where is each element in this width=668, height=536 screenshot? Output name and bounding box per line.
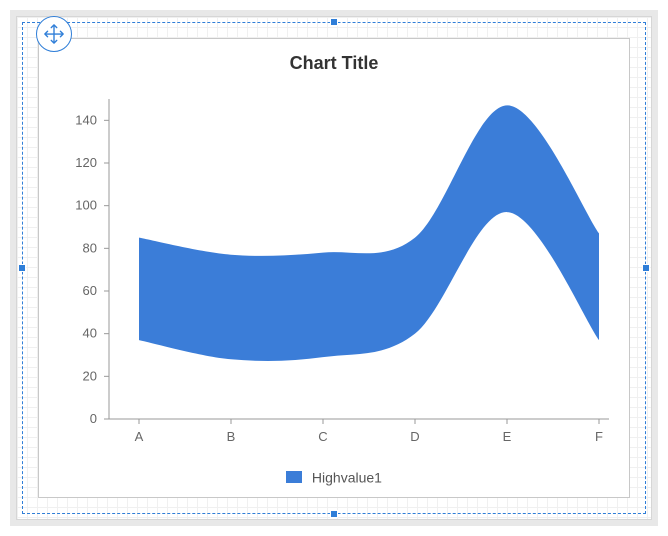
y-tick-label: 100 xyxy=(75,198,97,213)
chart-title[interactable]: Chart Title xyxy=(39,53,629,74)
x-tick-label: A xyxy=(135,429,144,444)
y-tick-label: 140 xyxy=(75,112,97,127)
chart-svg: 020406080100120140 ABCDEF xyxy=(109,99,609,459)
x-tick-label: D xyxy=(410,429,419,444)
resize-handle-left[interactable] xyxy=(18,264,26,272)
y-tick-label: 20 xyxy=(83,368,97,383)
resize-handle-right[interactable] xyxy=(642,264,650,272)
legend[interactable]: Highvalue1 xyxy=(39,468,629,485)
x-tick-label: C xyxy=(318,429,327,444)
plot-area[interactable]: 020406080100120140 ABCDEF xyxy=(109,99,609,419)
y-tick-label: 40 xyxy=(83,326,97,341)
editor-canvas[interactable]: Chart Title 020406080100120140 ABCDEF Hi… xyxy=(10,10,658,526)
resize-handle-bottom[interactable] xyxy=(330,510,338,518)
area-series-highvalue1[interactable] xyxy=(139,105,599,361)
x-tick-label: F xyxy=(595,429,603,444)
y-tick-label: 60 xyxy=(83,283,97,298)
x-tick-label: E xyxy=(503,429,512,444)
resize-handle-top[interactable] xyxy=(330,18,338,26)
move-handle-icon[interactable] xyxy=(36,16,72,52)
x-tick-label: B xyxy=(227,429,236,444)
chart-object[interactable]: Chart Title 020406080100120140 ABCDEF Hi… xyxy=(38,38,630,498)
legend-swatch-icon xyxy=(286,471,302,483)
legend-label: Highvalue1 xyxy=(312,469,382,485)
y-tick-label: 0 xyxy=(90,411,97,426)
y-tick-label: 120 xyxy=(75,155,97,170)
y-tick-label: 80 xyxy=(83,240,97,255)
